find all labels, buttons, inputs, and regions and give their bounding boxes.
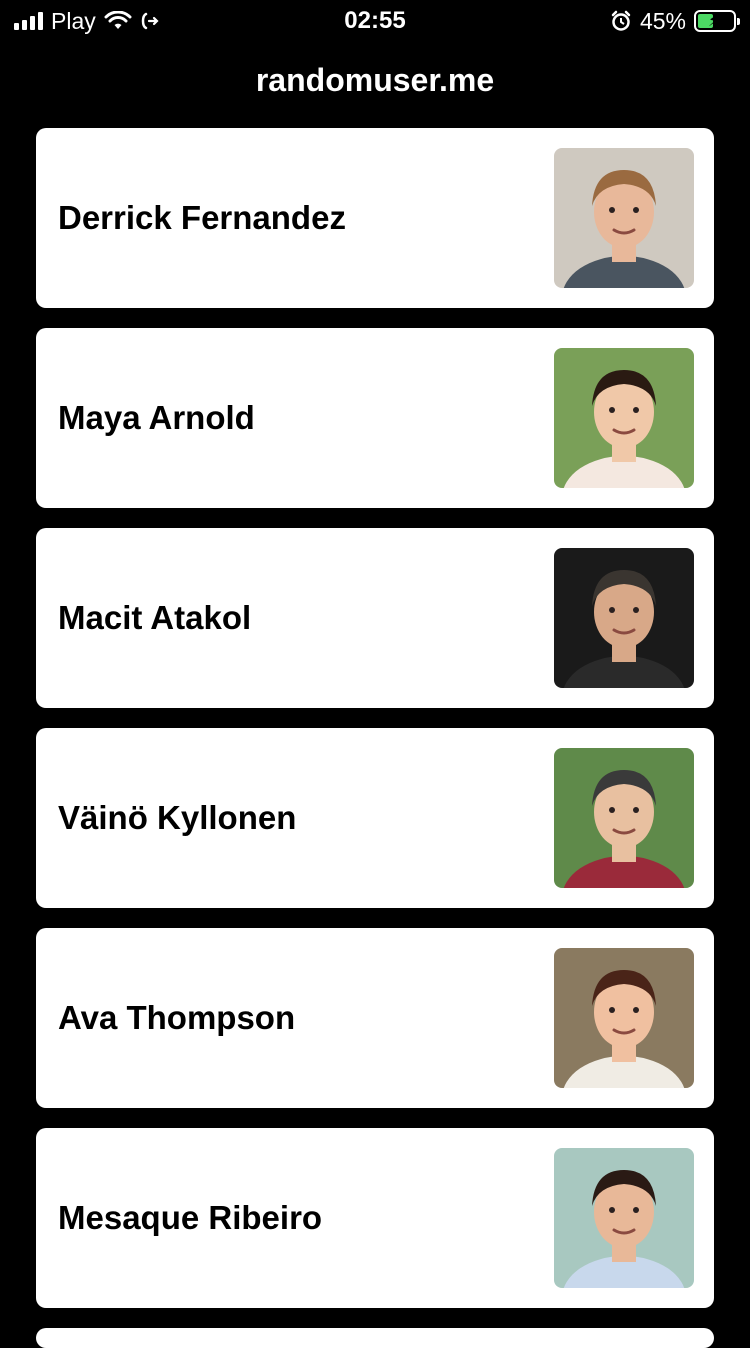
user-card[interactable]: Macit Atakol <box>36 528 714 708</box>
user-card[interactable]: Derrick Fernandez <box>36 128 714 308</box>
wifi-icon <box>104 11 132 29</box>
user-name: Derrick Fernandez <box>58 199 346 236</box>
avatar <box>554 348 694 488</box>
user-name: Maya Arnold <box>58 399 255 436</box>
signal-icon <box>14 12 43 30</box>
user-card[interactable]: Väinö Kyllonen <box>36 728 714 908</box>
list-item-partial[interactable] <box>36 1328 714 1348</box>
status-right: 45% ⚡ <box>610 7 740 35</box>
user-card[interactable]: Ava Thompson <box>36 928 714 1108</box>
status-left: Play <box>14 8 160 35</box>
battery-charging-icon: ⚡ <box>694 10 740 32</box>
carrier-label: Play <box>51 7 96 34</box>
avatar <box>554 148 694 288</box>
alarm-icon <box>611 10 631 31</box>
battery-percent: 45% <box>639 7 686 34</box>
user-card[interactable]: Maya Arnold <box>36 328 714 508</box>
avatar <box>554 1148 694 1288</box>
user-name: Väinö Kyllonen <box>58 799 297 836</box>
call-forward-icon <box>141 12 159 30</box>
avatar <box>554 548 694 688</box>
user-name: Macit Atakol <box>58 599 252 636</box>
user-name: Mesaque Ribeiro <box>58 1199 323 1236</box>
status-bar: Play 02:55 45% ⚡ <box>0 0 750 42</box>
page-title: randomuser.me <box>255 62 495 98</box>
user-name: Ava Thompson <box>58 999 296 1036</box>
user-list[interactable]: Derrick Fernandez Maya Arnold Macit Atakol… <box>36 128 714 1328</box>
avatar <box>554 748 694 888</box>
avatar <box>554 948 694 1088</box>
user-card[interactable]: Mesaque Ribeiro <box>36 1128 714 1308</box>
